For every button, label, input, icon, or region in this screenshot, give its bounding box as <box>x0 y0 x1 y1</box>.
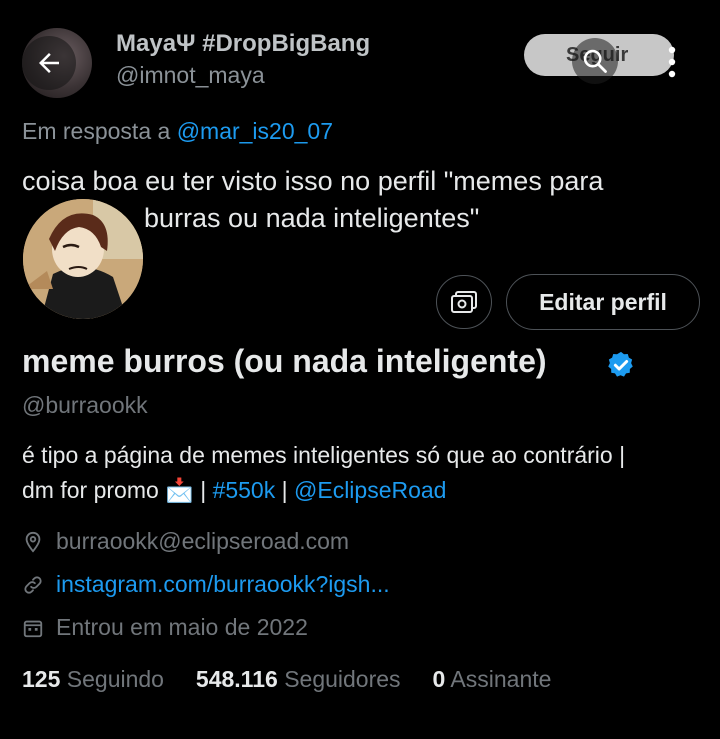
reply-mention-link[interactable]: @mar_is20_07 <box>177 118 333 144</box>
profile-joined-date: Entrou em maio de 2022 <box>56 614 308 640</box>
reply-context: Em resposta a @mar_is20_07 <box>22 118 333 145</box>
arrow-left-icon <box>39 53 59 73</box>
bio-text: dm for promo <box>22 477 159 503</box>
profile-name: meme burros (ou nada inteligente) <box>22 343 547 379</box>
photo-gallery-button[interactable] <box>436 275 492 329</box>
profile-handle: @burraookk <box>22 392 148 418</box>
back-button[interactable] <box>22 36 76 90</box>
reply-author-handle[interactable]: @imnot_maya <box>116 62 265 89</box>
edit-profile-button[interactable]: Editar perfil <box>506 274 700 330</box>
profile-website-row: instagram.com/burraookk?igsh... <box>22 571 390 598</box>
verified-badge-icon[interactable] <box>606 350 636 380</box>
reply-prefix: Em resposta a <box>22 118 171 144</box>
link-icon <box>24 575 42 594</box>
reply-tweet-text-line1: coisa boa eu ter visto isso no perfil "m… <box>22 166 604 196</box>
followers-stat[interactable]: 548.116 Seguidores <box>196 666 407 692</box>
calendar-icon <box>23 620 43 637</box>
following-label: Seguindo <box>66 666 164 692</box>
bio-separator: | <box>200 477 207 503</box>
reply-author-name[interactable]: MayaΨ #DropBigBang <box>116 30 370 58</box>
bio-hashtag-link[interactable]: #550k <box>213 477 276 503</box>
reply-tweet-text-line2: burras ou nada inteligentes" <box>144 203 480 233</box>
bio-separator: | <box>281 477 288 503</box>
photo-gallery-icon <box>451 291 477 313</box>
profile-stats: 125 Seguindo 548.116 Seguidores 0 Assina… <box>22 666 551 693</box>
search-icon <box>583 49 607 73</box>
following-stat[interactable]: 125 Seguindo <box>22 666 170 692</box>
profile-bio-line1: é tipo a página de memes inteligentes só… <box>22 442 626 468</box>
envelope-emoji-icon: 📩 <box>165 477 194 503</box>
followers-label: Seguidores <box>284 666 401 692</box>
subscribers-label: Assinante <box>450 666 552 692</box>
profile-location: burraookk@eclipseroad.com <box>56 528 350 554</box>
profile-website-link[interactable]: instagram.com/burraookk?igsh... <box>56 571 390 598</box>
search-button[interactable] <box>572 38 618 84</box>
profile-joined-row: Entrou em maio de 2022 <box>22 614 308 641</box>
following-count: 125 <box>22 666 61 692</box>
more-options-button[interactable] <box>664 44 680 80</box>
subscribers-count: 0 <box>432 666 446 692</box>
subscribers-stat[interactable]: 0 Assinante <box>433 666 552 692</box>
followers-count: 548.116 <box>195 666 278 692</box>
bio-mention-link[interactable]: @EclipseRoad <box>294 477 446 503</box>
avatar-image <box>23 199 143 319</box>
profile-bio-line2: dm for promo 📩 | #550k | @EclipseRoad <box>22 477 446 504</box>
profile-avatar[interactable] <box>20 196 146 322</box>
profile-location-row: burraookk@eclipseroad.com <box>22 528 349 555</box>
location-pin-icon <box>25 531 41 553</box>
more-vertical-icon <box>668 46 676 78</box>
